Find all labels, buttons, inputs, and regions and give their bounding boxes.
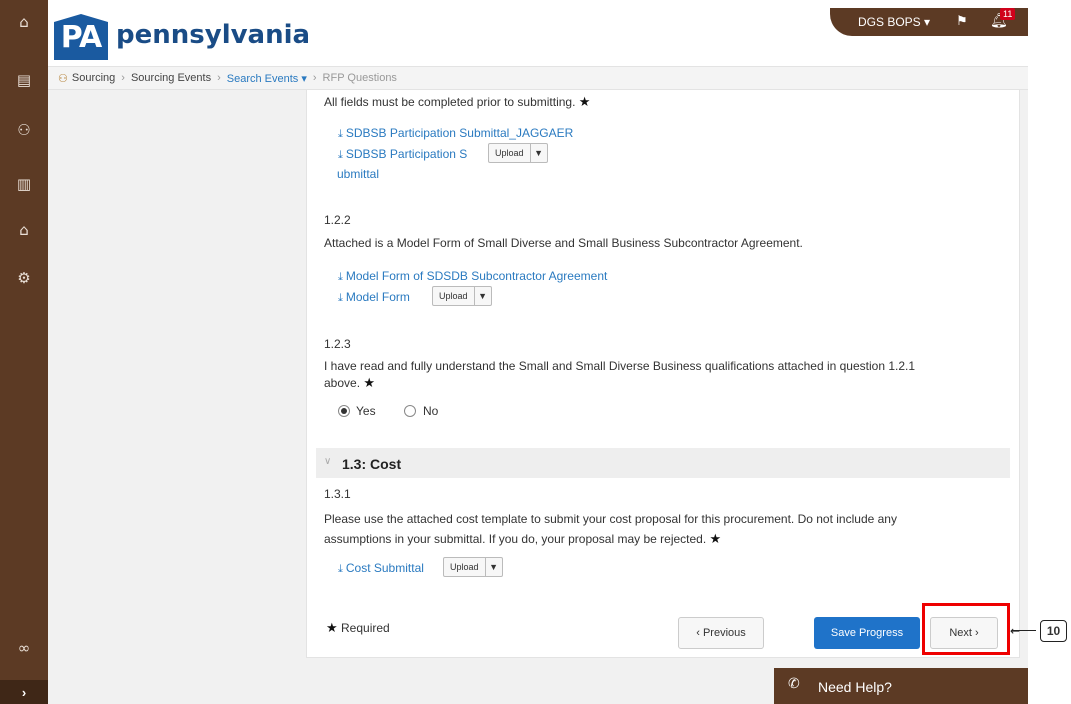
q121-submittal-link-label: SDBSB Participation S: [345, 147, 468, 161]
q121-template-link-label: SDBSB Participation Submittal_JAGGAER: [345, 126, 574, 140]
q122-model-form-link-label: Model Form of SDSDB Subcontractor Agreem…: [345, 269, 608, 283]
download-icon: ⤓: [338, 148, 343, 161]
app-root: ⌂ ▤ ⚇ ▥ ⌂ ⚙ ∞ › PA pennsylvania DGS BOPS…: [0, 0, 1071, 704]
breadcrumb-separator: ›: [312, 72, 317, 84]
binoculars-icon[interactable]: ∞: [12, 636, 36, 660]
radio-no-label: No: [423, 404, 439, 418]
q121-note-text: All fields must be completed prior to su…: [324, 95, 576, 109]
breadcrumb: ⚇ Sourcing › Sourcing Events › Search Ev…: [48, 66, 1028, 90]
required-star-icon: ★: [363, 375, 376, 390]
arrow-left-icon: ←: [1010, 624, 1021, 638]
state-name: pennsylvania: [116, 20, 311, 50]
q122-number: 1.2.2: [324, 213, 351, 227]
callout-number: 10: [1040, 620, 1067, 642]
q131-text-line1: Please use the attached cost template to…: [324, 512, 897, 526]
q121-upload-group: Upload ▼: [488, 143, 548, 163]
breadcrumb-sourcing[interactable]: Sourcing: [72, 72, 115, 84]
q123-number: 1.2.3: [324, 337, 351, 351]
q131-text-line2: assumptions in your submittal. If you do…: [324, 531, 721, 547]
app-header: PA pennsylvania DGS BOPS ▾ ⚑ 🔔︎ 11: [48, 8, 1028, 66]
q123-text-line2: above. ★: [324, 375, 375, 391]
required-legend-label: Required: [341, 621, 390, 635]
q121-note: All fields must be completed prior to su…: [324, 94, 590, 110]
save-progress-button[interactable]: Save Progress: [814, 617, 920, 649]
required-star-icon: ★: [709, 531, 722, 546]
required-star-icon: ★: [578, 94, 591, 109]
q122-text: Attached is a Model Form of Small Divers…: [324, 236, 803, 250]
documents-icon[interactable]: ▤: [12, 68, 36, 92]
flag-icon[interactable]: ⚑: [956, 13, 968, 29]
required-legend: ★ Required: [326, 620, 390, 636]
supplier-icon[interactable]: ⌂: [12, 218, 36, 242]
required-star-icon: ★: [326, 620, 338, 635]
expand-sidebar-button[interactable]: ›: [0, 680, 48, 704]
breadcrumb-sourcing-events[interactable]: Sourcing Events: [131, 72, 211, 84]
q131-text-line2-label: assumptions in your submittal. If you do…: [324, 532, 707, 546]
breadcrumb-separator: ›: [217, 72, 221, 84]
sourcing-icon: ⚇: [58, 72, 68, 85]
next-button-highlight: [922, 603, 1010, 655]
cost-submittal-link-label: Cost Submittal: [345, 561, 424, 575]
q123-text-line1: I have read and fully understand the Sma…: [324, 359, 916, 373]
radio-no[interactable]: [404, 405, 416, 417]
q123-text-line2-label: above.: [324, 376, 361, 390]
previous-button[interactable]: ‹ Previous: [678, 617, 764, 649]
q122-model-form-link[interactable]: ⤓ Model Form of SDSDB Subcontractor Agree…: [338, 269, 607, 284]
chevron-down-icon[interactable]: ▼: [486, 558, 502, 576]
q131-number: 1.3.1: [324, 487, 351, 501]
phone-icon: ✆: [788, 676, 800, 692]
radio-yes[interactable]: [338, 405, 350, 417]
download-icon: ⤓: [338, 562, 343, 575]
home-icon[interactable]: ⌂: [12, 10, 36, 34]
download-icon: ⤓: [338, 127, 343, 140]
q121-template-link[interactable]: ⤓ SDBSB Participation Submittal_JAGGAER: [338, 126, 573, 141]
breadcrumb-rfp-questions: RFP Questions: [322, 72, 397, 84]
breadcrumb-search-events[interactable]: Search Events ▾: [227, 72, 307, 85]
q122-upload-button[interactable]: Upload: [433, 287, 475, 305]
user-menu[interactable]: DGS BOPS ▾: [858, 15, 930, 29]
q121-submittal-link-wrap[interactable]: ubmittal: [337, 167, 379, 181]
section-title: 1.3: Cost: [342, 456, 402, 472]
radio-yes-label: Yes: [356, 404, 376, 418]
download-icon: ⤓: [338, 291, 343, 304]
q131-upload-button[interactable]: Upload: [444, 558, 486, 576]
need-help-bar[interactable]: ✆ Need Help?: [774, 668, 1028, 704]
q121-submittal-link[interactable]: ⤓ SDBSB Participation S: [338, 147, 467, 162]
sourcing-icon[interactable]: ⚇: [12, 118, 36, 142]
breadcrumb-separator: ›: [121, 72, 125, 84]
q122-model-form-file-label: Model Form: [345, 290, 410, 304]
chevron-down-icon[interactable]: ▼: [475, 287, 491, 305]
notification-badge: 11: [1000, 8, 1016, 20]
cost-submittal-link[interactable]: ⤓ Cost Submittal: [338, 561, 424, 576]
need-help-label: Need Help?: [818, 679, 892, 695]
user-bar: DGS BOPS ▾ ⚑ 🔔︎ 11: [830, 8, 1028, 36]
section-cost-header[interactable]: ∨ 1.3: Cost: [316, 448, 1010, 478]
settings-icon[interactable]: ⚙: [12, 266, 36, 290]
q122-upload-group: Upload ▼: [432, 286, 492, 306]
pa-logo-text: PA: [60, 20, 102, 55]
analytics-icon[interactable]: ▥: [12, 172, 36, 196]
chevron-down-icon[interactable]: ▼: [531, 144, 547, 162]
q131-upload-group: Upload ▼: [443, 557, 503, 577]
left-sidebar: ⌂ ▤ ⚇ ▥ ⌂ ⚙ ∞ ›: [0, 0, 48, 704]
q122-model-form-file-link[interactable]: ⤓ Model Form: [338, 290, 410, 305]
q121-upload-button[interactable]: Upload: [489, 144, 531, 162]
download-icon: ⤓: [338, 270, 343, 283]
chevron-down-icon: ∨: [324, 456, 332, 467]
